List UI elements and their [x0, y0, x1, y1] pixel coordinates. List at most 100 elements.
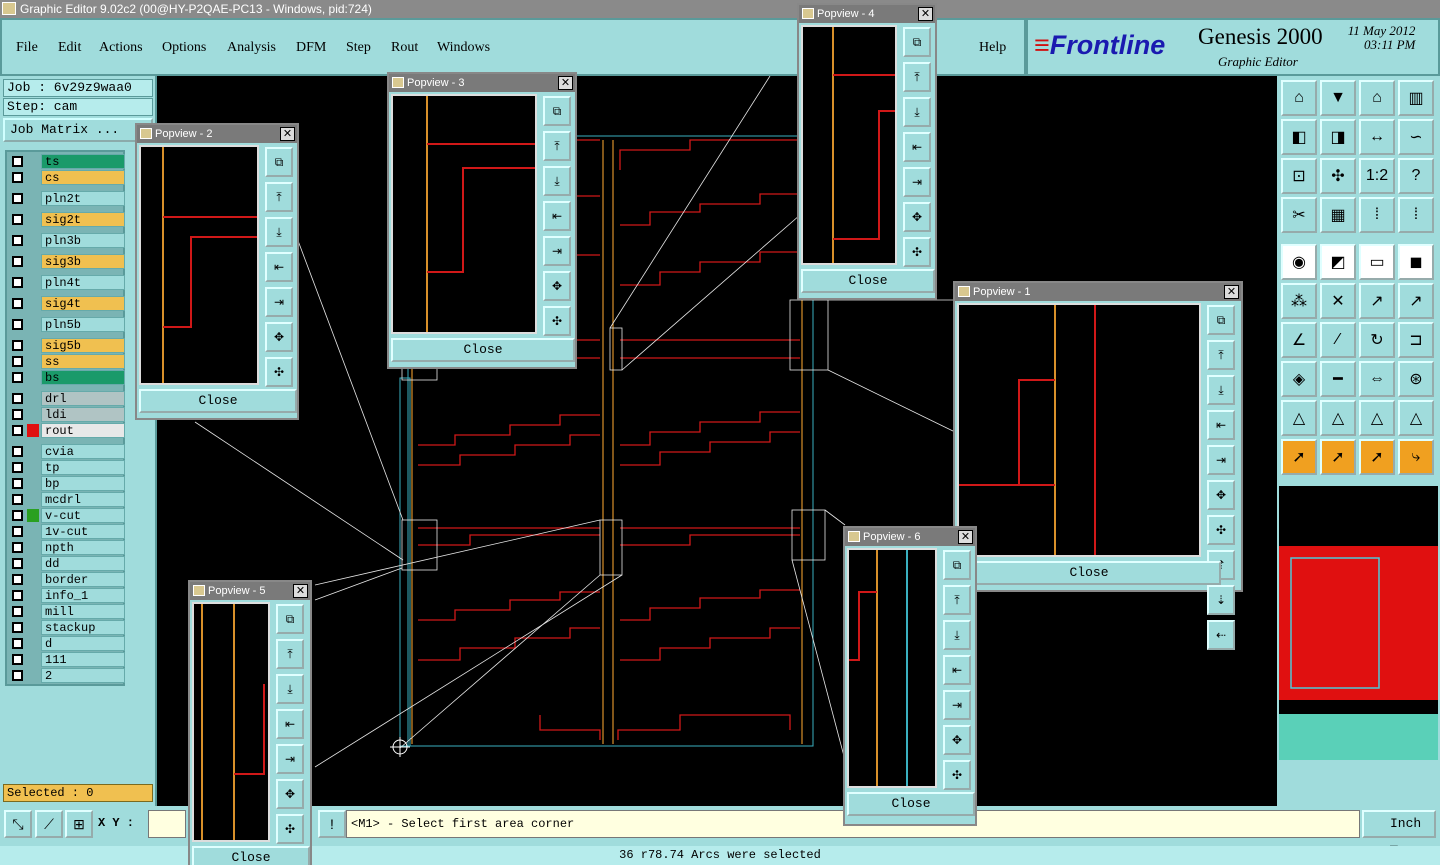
popview-tool-button[interactable]: ⤒ — [943, 585, 971, 615]
tool-button[interactable]: △ — [1320, 400, 1356, 436]
popview-tool-button[interactable]: ⧉ — [1207, 305, 1235, 335]
popview-close-button[interactable]: Close — [801, 269, 935, 293]
tool-button[interactable]: △ — [1398, 400, 1434, 436]
tool-button[interactable]: ◧ — [1281, 119, 1317, 155]
layer-row[interactable]: stackup — [9, 620, 125, 635]
layer-checkbox[interactable] — [12, 622, 23, 633]
tool-button[interactable]: ✕ — [1320, 283, 1356, 319]
layer-row[interactable]: 111 — [9, 652, 125, 667]
popview-tool-button[interactable]: ⤒ — [1207, 340, 1235, 370]
popview-zoom-area[interactable] — [391, 94, 537, 334]
layer-checkbox[interactable] — [12, 409, 23, 420]
popview-tool-button[interactable]: ⧉ — [265, 147, 293, 177]
tool-button[interactable]: ➚ — [1320, 439, 1356, 475]
tool-button[interactable]: ∕ — [1320, 322, 1356, 358]
popview-tool-button[interactable]: ✣ — [1207, 515, 1235, 545]
layer-row[interactable]: sig2t — [9, 212, 125, 227]
close-icon[interactable]: ✕ — [918, 7, 933, 21]
close-icon[interactable]: ✕ — [293, 584, 308, 598]
layer-checkbox[interactable] — [12, 606, 23, 617]
tool-button[interactable]: ⇔ — [1359, 361, 1395, 397]
layer-checkbox[interactable] — [12, 319, 23, 330]
popview-close-button[interactable]: Close — [957, 561, 1221, 585]
layer-row[interactable]: pln5b — [9, 317, 125, 332]
menu-dfm[interactable]: DFM — [296, 40, 326, 56]
tool-button[interactable]: ⊡ — [1281, 158, 1317, 194]
menu-analysis[interactable]: Analysis — [227, 40, 276, 56]
tool-button[interactable]: 1:2 — [1359, 158, 1395, 194]
tool-button[interactable]: ⌂ — [1359, 80, 1395, 116]
layer-row[interactable]: sig4t — [9, 296, 125, 311]
popview-tool-button[interactable]: ⇣ — [1207, 585, 1235, 615]
tool-button[interactable]: ↔ — [1359, 119, 1395, 155]
tool-button[interactable]: △ — [1281, 400, 1317, 436]
layer-row[interactable]: d — [9, 636, 125, 651]
tool-button[interactable]: ➚ — [1359, 439, 1395, 475]
layer-row[interactable]: ss — [9, 354, 125, 369]
popview-close-button[interactable]: Close — [391, 338, 575, 362]
popview-close-button[interactable]: Close — [192, 846, 310, 865]
menu-windows[interactable]: Windows — [437, 40, 490, 56]
tool-button[interactable]: ⊛ — [1398, 361, 1434, 397]
units-selector[interactable]: Inch ▭ — [1362, 810, 1436, 855]
popview-titlebar[interactable]: Popview - 2 ✕ — [137, 125, 297, 143]
layer-row[interactable]: drl — [9, 391, 125, 406]
tool-button[interactable]: ⁞ — [1359, 197, 1395, 233]
popview-zoom-area[interactable] — [192, 602, 270, 842]
popview-tool-button[interactable]: ⇤ — [1207, 410, 1235, 440]
layer-checkbox[interactable] — [12, 156, 23, 167]
close-icon[interactable]: ✕ — [1224, 285, 1239, 299]
tool-button[interactable]: ⁂ — [1281, 283, 1317, 319]
layer-checkbox[interactable] — [12, 193, 23, 204]
popview-tool-button[interactable]: ✥ — [943, 725, 971, 755]
tool-button[interactable]: ◨ — [1320, 119, 1356, 155]
popview-tool-button[interactable]: ✥ — [903, 202, 931, 232]
layer-checkbox[interactable] — [12, 446, 23, 457]
popview-tool-button[interactable]: ⤓ — [903, 97, 931, 127]
popview-tool-button[interactable]: ⤒ — [276, 639, 304, 669]
popview-tool-button[interactable]: ✥ — [276, 779, 304, 809]
popview-tool-button[interactable]: ⤓ — [1207, 375, 1235, 405]
layer-row[interactable]: tp — [9, 460, 125, 475]
layer-row[interactable]: ts — [9, 154, 125, 169]
popview-tool-button[interactable]: ⤓ — [543, 166, 571, 196]
layer-row[interactable]: mill — [9, 604, 125, 619]
layer-row[interactable]: mcdrl — [9, 492, 125, 507]
layer-row[interactable]: pln4t — [9, 275, 125, 290]
popview-titlebar[interactable]: Popview - 6 ✕ — [845, 528, 975, 546]
popview-tool-button[interactable]: ⇥ — [943, 690, 971, 720]
grid-button[interactable]: ⊞ — [65, 810, 93, 838]
layer-row[interactable]: 1v-cut — [9, 524, 125, 539]
layer-checkbox[interactable] — [12, 638, 23, 649]
tool-button[interactable]: ↗ — [1398, 283, 1434, 319]
tool-button[interactable]: ✂ — [1281, 197, 1317, 233]
popview-zoom-area[interactable] — [957, 303, 1201, 557]
popview-titlebar[interactable]: Popview - 4 ✕ — [799, 5, 935, 23]
popview-tool-button[interactable]: ✣ — [265, 357, 293, 387]
tool-button[interactable]: ⊐ — [1398, 322, 1434, 358]
layer-checkbox[interactable] — [12, 558, 23, 569]
layer-row[interactable]: sig5b — [9, 338, 125, 353]
popview-tool-button[interactable]: ✣ — [943, 760, 971, 790]
popview-tool-button[interactable]: ⤒ — [543, 131, 571, 161]
layer-row[interactable]: bs — [9, 370, 125, 385]
popview-tool-button[interactable]: ⧉ — [276, 604, 304, 634]
layer-checkbox[interactable] — [12, 526, 23, 537]
close-icon[interactable]: ✕ — [280, 127, 295, 141]
popview-tool-button[interactable]: ✣ — [276, 814, 304, 844]
minimap[interactable] — [1279, 486, 1438, 760]
layer-checkbox[interactable] — [12, 372, 23, 383]
menu-options[interactable]: Options — [162, 40, 206, 56]
popview-tool-button[interactable]: ✣ — [543, 306, 571, 336]
popview-tool-button[interactable]: ⇥ — [1207, 445, 1235, 475]
layer-checkbox[interactable] — [12, 654, 23, 665]
popview-tool-button[interactable]: ✥ — [1207, 480, 1235, 510]
tool-button[interactable]: ⁞ — [1398, 197, 1434, 233]
tool-button[interactable]: △ — [1359, 400, 1395, 436]
popview-tool-button[interactable]: ⇤ — [276, 709, 304, 739]
popview-tool-button[interactable]: ⤒ — [265, 182, 293, 212]
layer-row[interactable]: 2 — [9, 668, 125, 683]
menu-rout[interactable]: Rout — [391, 40, 418, 56]
layer-checkbox[interactable] — [12, 574, 23, 585]
layer-row[interactable]: ldi — [9, 407, 125, 422]
